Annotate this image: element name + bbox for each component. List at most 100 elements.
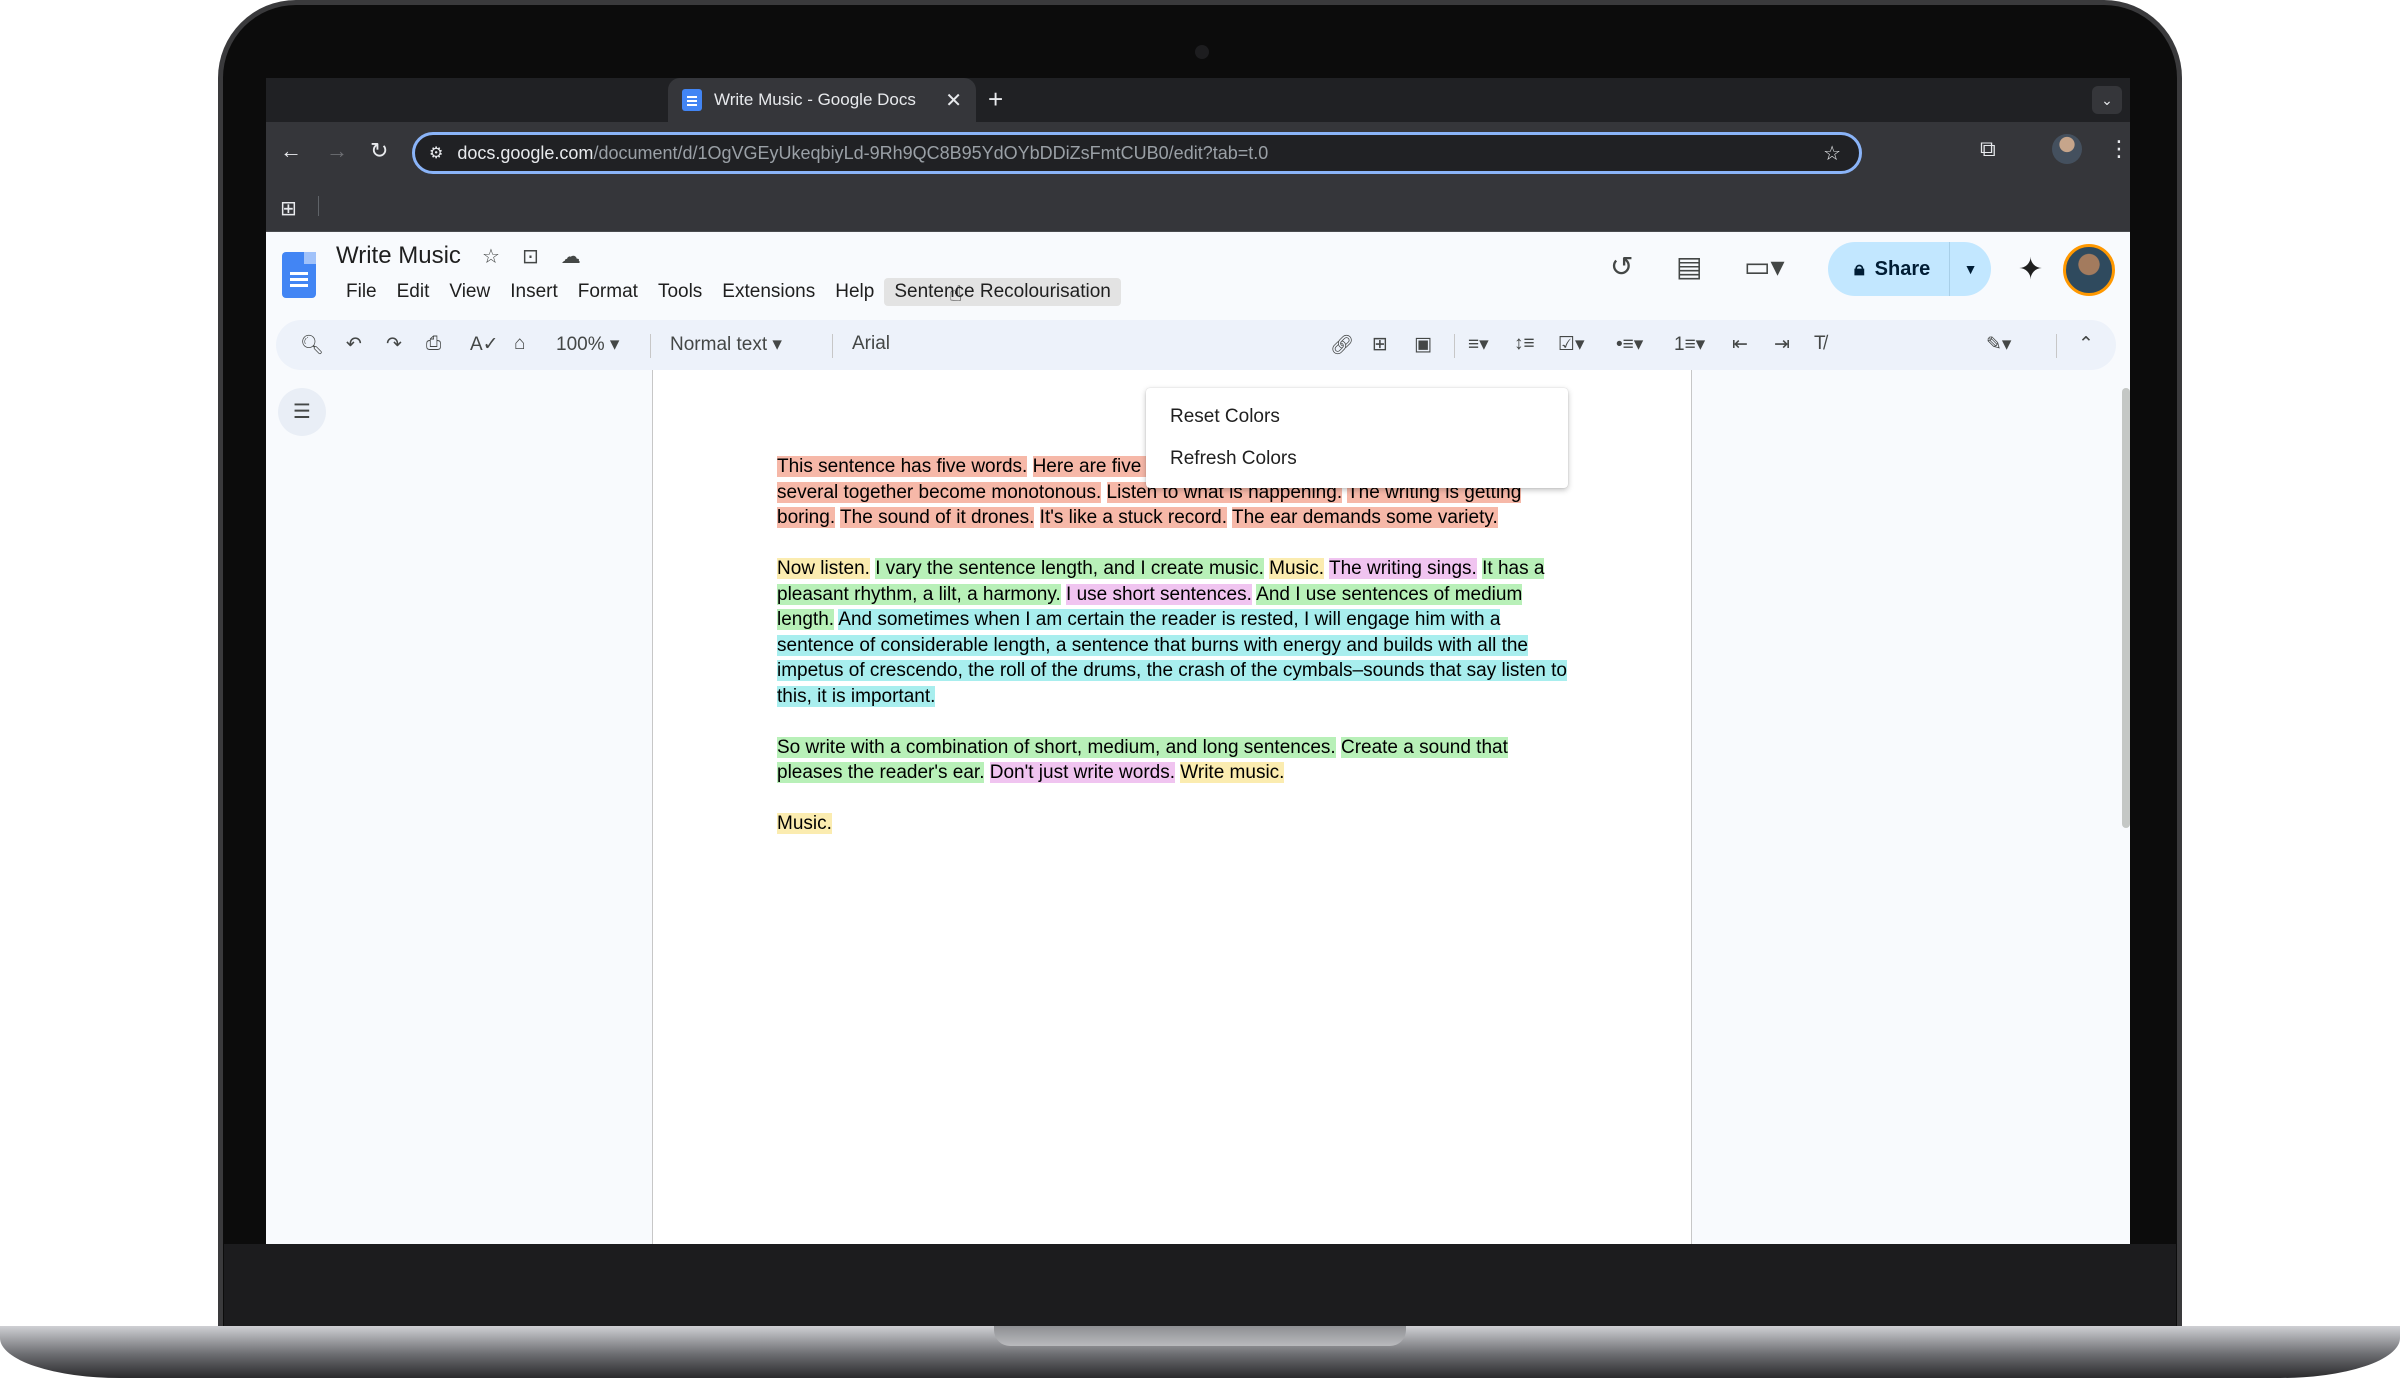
reset-colors-menu-item[interactable]: Reset Colors — [1146, 396, 1568, 438]
clear-formatting-icon[interactable]: T̸ — [1814, 333, 1826, 355]
sentence-highlight[interactable]: And sometimes when I am certain the read… — [777, 609, 1567, 707]
share-main[interactable]: 🔒︎ Share — [1828, 242, 1950, 296]
undo-icon[interactable]: ↶ — [346, 333, 362, 356]
font-value: Arial — [852, 333, 891, 354]
extensions-icon[interactable]: ⧉ — [1980, 136, 1996, 162]
document-title[interactable]: Write Music — [336, 242, 461, 270]
toolbar-separator — [1454, 334, 1455, 358]
forward-icon[interactable]: → — [326, 138, 348, 164]
toolbar-separator — [2056, 334, 2057, 358]
style-select[interactable]: Normal text ▾ — [670, 333, 782, 356]
menu-edit[interactable]: Edit — [387, 278, 440, 306]
decrease-indent-icon[interactable]: ⇤ — [1732, 333, 1748, 356]
comments-icon[interactable]: ▤ — [1676, 250, 1702, 283]
new-tab-button[interactable]: + — [988, 84, 1003, 115]
star-icon[interactable]: ☆ — [482, 244, 500, 269]
address-bar[interactable]: ⚙ docs.google.com /document/d/1OgVGEyUke… — [412, 132, 1862, 174]
sentence-highlight[interactable]: Don't just write words. — [989, 762, 1176, 783]
browser-tab[interactable]: Write Music - Google Docs ✕ — [668, 78, 976, 122]
search-menus-icon[interactable]: 🔍︎ — [300, 333, 324, 357]
scrollbar[interactable] — [2122, 388, 2130, 828]
document-body[interactable]: This sentence has five words. Here are f… — [777, 454, 1567, 862]
gemini-icon[interactable]: ✦ — [2018, 252, 2043, 287]
print-icon[interactable]: ⎙ — [426, 333, 441, 355]
laptop-base-notch — [994, 1326, 1406, 1346]
share-label: Share — [1874, 257, 1931, 280]
cloud-status-icon[interactable]: ☁ — [561, 244, 581, 269]
move-folder-icon[interactable]: ⊡ — [522, 244, 539, 269]
toolbar-separator — [832, 334, 833, 358]
menu-help[interactable]: Help — [825, 278, 884, 306]
sentence-highlight[interactable]: I use short sentences. — [1066, 583, 1252, 605]
url-path: /document/d/1OgVGEyUkeqbiyLd-9Rh9QC8B95Y… — [593, 142, 1269, 163]
menu-tools[interactable]: Tools — [648, 278, 712, 306]
docs-favicon-icon — [682, 89, 702, 111]
sentence-highlight[interactable]: Now listen. — [777, 558, 870, 579]
paragraph[interactable]: Music. — [777, 811, 1567, 837]
docs-header: Write Music ☆ ⊡ ☁ File Edit View Insert … — [266, 232, 2130, 316]
reload-icon[interactable]: ↻ — [370, 138, 388, 164]
camera — [1195, 45, 1209, 59]
tab-close-icon[interactable]: ✕ — [945, 88, 962, 113]
menu-view[interactable]: View — [439, 278, 500, 306]
paragraph[interactable]: Now listen. I vary the sentence length, … — [777, 556, 1567, 709]
sentence-recolourisation-dropdown: Reset Colors Refresh Colors — [1146, 388, 1568, 488]
menu-format[interactable]: Format — [568, 278, 648, 306]
mouse-pointer-icon: ☝ — [949, 281, 963, 306]
refresh-colors-menu-item[interactable]: Refresh Colors — [1146, 438, 1568, 480]
editing-mode-icon[interactable]: ✎▾ — [1986, 333, 2011, 356]
spellcheck-icon[interactable]: A✓ — [470, 333, 499, 356]
sentence-highlight[interactable]: The ear demands some variety. — [1231, 507, 1498, 528]
increase-indent-icon[interactable]: ⇥ — [1774, 333, 1790, 356]
version-history-icon[interactable]: ↺ — [1610, 250, 1633, 283]
tab-strip: Write Music - Google Docs ✕ + ⌄ — [266, 78, 2130, 122]
sentence-highlight[interactable]: Music. — [1269, 558, 1325, 579]
bookmark-star-icon[interactable]: ☆ — [1823, 141, 1841, 166]
menu-insert[interactable]: Insert — [500, 278, 568, 306]
insert-image-icon[interactable]: ▣ — [1414, 333, 1432, 356]
zoom-select[interactable]: 100% ▾ — [556, 333, 619, 356]
menu-sentence-recolourisation[interactable]: Sentence Recolourisation — [884, 278, 1121, 306]
browser-profile-avatar[interactable] — [2052, 134, 2082, 164]
bookmarks-bar: ⊞ — [266, 182, 2130, 232]
share-button[interactable]: 🔒︎ Share ▼ — [1828, 242, 1991, 296]
sentence-highlight[interactable]: This sentence has five words. — [777, 456, 1028, 477]
font-select[interactable]: Arial — [852, 333, 890, 355]
bulleted-list-icon[interactable]: •≡▾ — [1616, 333, 1643, 356]
sentence-highlight[interactable]: So write with a combination of short, me… — [777, 736, 1336, 758]
tab-title: Write Music - Google Docs — [714, 90, 916, 109]
sentence-highlight[interactable]: Music. — [777, 813, 832, 834]
toolbar-separator — [650, 334, 651, 358]
lock-icon: 🔒︎ — [1854, 257, 1865, 280]
numbered-list-icon[interactable]: 1≡▾ — [1674, 333, 1705, 356]
add-comment-icon[interactable]: ⊞ — [1372, 333, 1388, 356]
menu-extensions[interactable]: Extensions — [712, 278, 825, 306]
title-icons: ☆ ⊡ ☁ — [482, 244, 581, 269]
share-dropdown-icon[interactable]: ▼ — [1950, 261, 1991, 277]
docs-logo-icon[interactable] — [282, 252, 316, 298]
site-info-icon[interactable]: ⚙ — [429, 143, 443, 163]
browser-menu-icon[interactable]: ⋮ — [2108, 136, 2130, 162]
sentence-highlight[interactable]: It's like a stuck record. — [1039, 507, 1228, 528]
insert-link-icon[interactable]: 🔗︎ — [1330, 333, 1354, 357]
tab-search-icon[interactable]: ⌄ — [2092, 86, 2122, 114]
line-spacing-icon[interactable]: ↕≡ — [1514, 333, 1535, 355]
user-avatar[interactable] — [2063, 244, 2115, 296]
meet-icon[interactable]: ▭▾ — [1744, 250, 1785, 283]
sentence-highlight[interactable]: I vary the sentence length, and I create… — [875, 558, 1264, 579]
document-outline-icon[interactable]: ☰ — [278, 388, 326, 436]
document-page[interactable]: This sentence has five words. Here are f… — [652, 370, 1692, 1244]
collapse-toolbar-icon[interactable]: ⌃ — [2078, 333, 2094, 356]
paragraph[interactable]: So write with a combination of short, me… — [777, 735, 1567, 786]
menu-file[interactable]: File — [336, 278, 387, 306]
sentence-highlight[interactable]: The sound of it drones. — [840, 507, 1035, 528]
back-icon[interactable]: ← — [280, 138, 302, 164]
style-value: Normal text — [670, 334, 768, 355]
apps-grid-icon[interactable]: ⊞ — [280, 196, 297, 221]
sentence-highlight[interactable]: The writing sings. — [1328, 558, 1477, 579]
redo-icon[interactable]: ↷ — [386, 333, 402, 356]
align-icon[interactable]: ≡▾ — [1468, 333, 1489, 356]
paint-format-icon[interactable]: ⌂ — [514, 333, 525, 355]
checklist-icon[interactable]: ☑▾ — [1558, 333, 1585, 356]
sentence-highlight[interactable]: Write music. — [1180, 762, 1285, 783]
